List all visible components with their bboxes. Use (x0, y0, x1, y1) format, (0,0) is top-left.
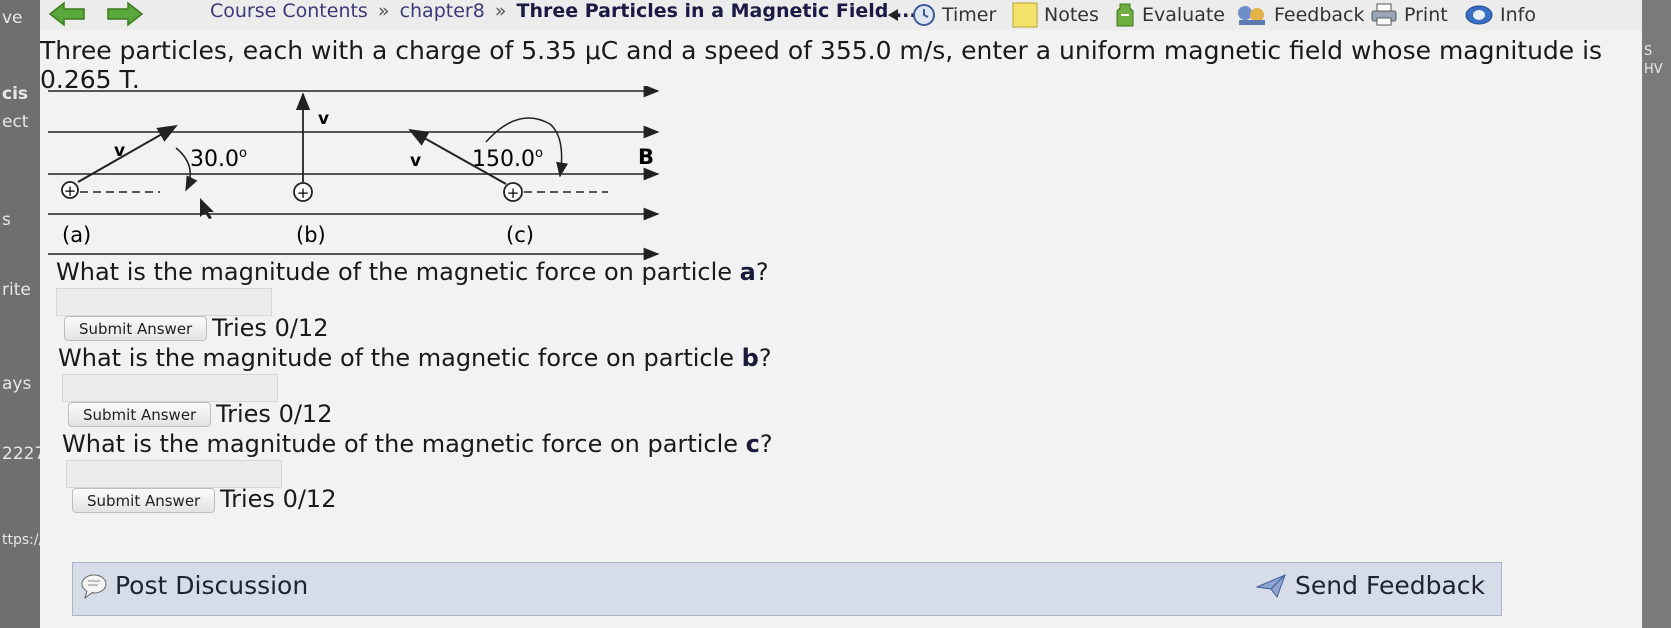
problem-content: Three particles, each with a charge of 5… (40, 30, 1642, 628)
question-a-text: What is the magnitude of the magnetic fo… (56, 258, 740, 286)
question-a: What is the magnitude of the magnetic fo… (56, 258, 769, 286)
question-a-suffix: ? (755, 258, 769, 286)
tries-counter-a: Tries 0/12 (212, 314, 329, 342)
submit-answer-button-a[interactable]: Submit Answer (64, 316, 208, 341)
discussion-icon (81, 574, 107, 599)
particle-c-velocity-label: v (410, 151, 421, 171)
submit-answer-button-c[interactable]: Submit Answer (72, 488, 216, 513)
print-button[interactable]: Print (1370, 2, 1448, 28)
forward-arrow-icon[interactable] (106, 1, 144, 27)
left-fragment: ve (2, 8, 23, 28)
breadcrumb-chapter-link[interactable]: chapter8 (400, 0, 485, 22)
breadcrumb: Course Contents » chapter8 » Three Parti… (210, 0, 917, 22)
answer-field-a[interactable] (56, 288, 272, 316)
magnetic-field-label: B (638, 145, 654, 169)
question-c-text: What is the magnitude of the magnetic fo… (62, 430, 746, 458)
info-label: Info (1500, 4, 1536, 26)
particle-a-angle-arc (175, 147, 198, 192)
notes-button[interactable]: Notes (1012, 2, 1099, 28)
answer-field-c[interactable] (66, 460, 282, 488)
particle-a-angle: 30.0o (190, 146, 247, 172)
timer-label: Timer (942, 4, 997, 26)
tries-counter-b: Tries 0/12 (216, 400, 333, 428)
question-b-particle: b (741, 344, 759, 372)
particle-c-charge: + (507, 184, 520, 202)
discussion-bar: Post Discussion Send Feedback (72, 562, 1502, 616)
particle-a-charge: + (64, 182, 77, 200)
question-b-suffix: ? (758, 344, 772, 372)
tries-counter-c: Tries 0/12 (220, 485, 337, 513)
particle-a-velocity-label: v (114, 141, 125, 161)
info-button[interactable]: Info (1464, 2, 1536, 28)
question-a-particle: a (739, 258, 756, 286)
particle-b-charge: + (297, 184, 310, 202)
evaluate-label: Evaluate (1142, 4, 1225, 26)
left-fragment: cis (2, 84, 29, 104)
evaluate-icon (1116, 3, 1134, 27)
print-icon (1371, 3, 1397, 26)
breadcrumb-separator: » (377, 0, 390, 22)
notes-label: Notes (1044, 4, 1099, 26)
right-fragment: S (1644, 44, 1653, 59)
left-fragment: 2227 (2, 444, 46, 464)
left-fragment: rite (2, 280, 31, 300)
question-c-suffix: ? (759, 430, 773, 458)
left-fragment: ect (2, 112, 29, 132)
breadcrumb-course-link[interactable]: Course Contents (210, 0, 368, 22)
evaluate-button[interactable]: Evaluate (1114, 2, 1225, 28)
submit-answer-button-b[interactable]: Submit Answer (68, 402, 212, 427)
particle-c-angle: 150.0o (472, 146, 543, 172)
answer-field-b[interactable] (62, 374, 278, 402)
post-discussion-label: Post Discussion (115, 571, 309, 600)
post-discussion-button[interactable]: Post Discussion (81, 571, 308, 600)
notes-icon (1012, 2, 1038, 28)
left-fragment: s (2, 210, 11, 230)
right-fragment: HV (1644, 62, 1663, 77)
question-c: What is the magnitude of the magnetic fo… (62, 430, 773, 458)
mouse-cursor-icon (200, 198, 214, 219)
breadcrumb-separator: » (494, 0, 507, 22)
background-window-left: ve cis ect s rite ays 2227 ttps://v (0, 0, 52, 628)
feedback-button[interactable]: Feedback (1236, 2, 1364, 28)
info-icon (1465, 5, 1493, 25)
question-c-particle: c (745, 430, 760, 458)
collapse-triangle-icon[interactable] (886, 2, 900, 28)
question-b: What is the magnitude of the magnetic fo… (58, 344, 772, 372)
breadcrumb-current: Three Particles in a Magnetic Field ... (516, 0, 917, 22)
print-label: Print (1404, 4, 1448, 26)
question-b-text: What is the magnitude of the magnetic fo… (58, 344, 742, 372)
back-arrow-icon[interactable] (48, 1, 86, 27)
lon-capa-toolbar: Course Contents » chapter8 » Three Parti… (40, 0, 1642, 30)
background-window-right: S HV (1642, 0, 1671, 628)
feedback-label: Feedback (1274, 4, 1365, 26)
timer-icon (913, 4, 935, 26)
timer-button[interactable]: Timer (912, 2, 996, 28)
send-feedback-label: Send Feedback (1295, 571, 1485, 600)
left-fragment: ays (2, 374, 32, 394)
label-a: (a) (62, 223, 91, 247)
send-feedback-button[interactable]: Send Feedback (1255, 571, 1485, 600)
particle-b-velocity-label: v (318, 109, 329, 129)
send-feedback-icon (1255, 573, 1286, 598)
label-b: (b) (296, 223, 326, 247)
label-c: (c) (506, 223, 534, 247)
feedback-icon (1238, 6, 1265, 25)
